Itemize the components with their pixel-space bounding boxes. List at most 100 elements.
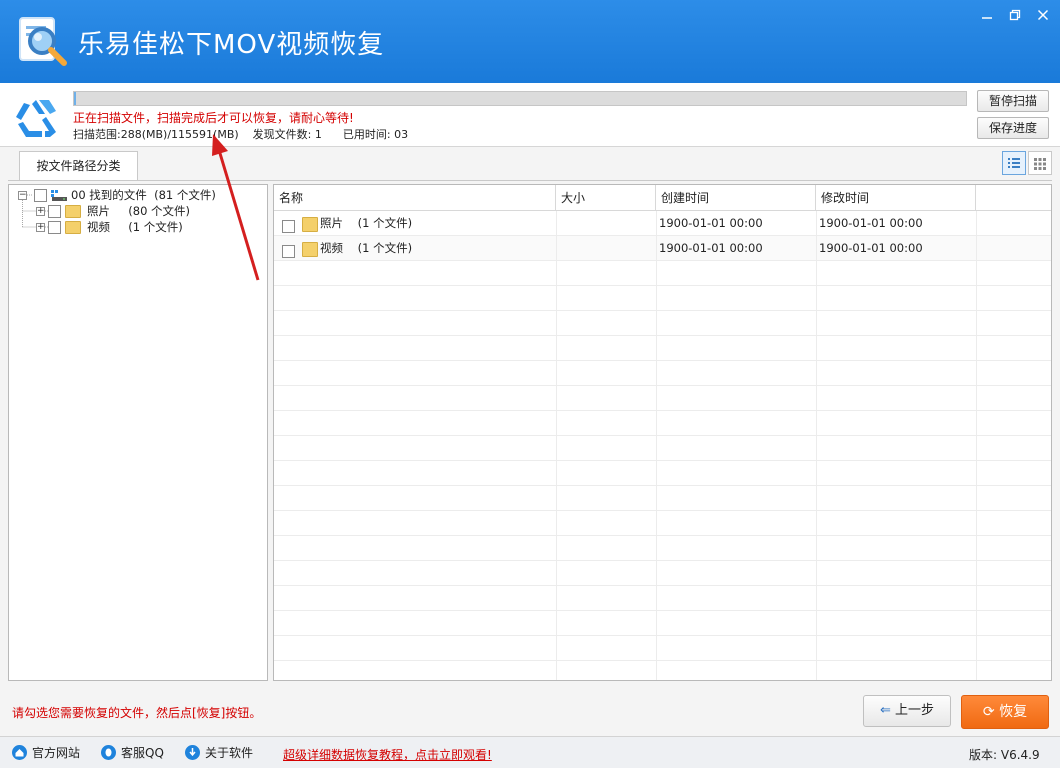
scan-status-message: 正在扫描文件，扫描完成后才可以恢复，请耐心等待! bbox=[73, 111, 354, 125]
tab-divider bbox=[8, 180, 1052, 181]
tree-item-label: 照片 bbox=[87, 204, 110, 218]
folder-icon bbox=[302, 242, 318, 257]
empty-row bbox=[274, 661, 1051, 680]
tab-by-file-path[interactable]: 按文件路径分类 bbox=[19, 151, 138, 181]
magnifier-document-icon bbox=[19, 17, 67, 66]
arrow-left-icon: ⇐ bbox=[879, 703, 891, 718]
list-header: 名称 大小 创建时间 修改时间 bbox=[274, 185, 1051, 211]
tree-item-count: (80 个文件) bbox=[128, 204, 191, 218]
empty-row bbox=[274, 586, 1051, 611]
version-label: 版本: V6.4.9 bbox=[969, 748, 1040, 762]
empty-row bbox=[274, 411, 1051, 436]
refresh-icon: ⟳ bbox=[982, 704, 995, 720]
column-divider bbox=[976, 211, 977, 680]
found-files-label: 发现文件数: bbox=[252, 128, 312, 141]
empty-row bbox=[274, 386, 1051, 411]
restore-icon[interactable] bbox=[1004, 8, 1026, 26]
empty-row bbox=[274, 486, 1051, 511]
column-header-modified[interactable]: 修改时间 bbox=[816, 185, 976, 211]
column-header-size[interactable]: 大小 bbox=[556, 185, 656, 211]
folder-icon bbox=[302, 217, 318, 232]
close-icon[interactable] bbox=[1032, 8, 1054, 26]
footer-hint: 请勾选您需要恢复的文件，然后点[恢复]按钮。 bbox=[12, 706, 262, 720]
folder-icon bbox=[65, 220, 81, 234]
empty-row bbox=[274, 561, 1051, 586]
save-progress-button[interactable]: 保存进度 bbox=[977, 117, 1049, 139]
app-title: 乐易佳松下MOV视频恢复 bbox=[78, 30, 385, 60]
status-bar: 官方网站 客服QQ 关于软件 超级详细数据恢复教程，点击立即观看! 版本: V6… bbox=[0, 736, 1060, 768]
empty-row bbox=[274, 286, 1051, 311]
row-created: 1900-01-01 00:00 bbox=[659, 241, 763, 255]
empty-row bbox=[274, 311, 1051, 336]
scan-panel: 正在扫描文件，扫描完成后才可以恢复，请耐心等待! 扫描范围:288(MB)/11… bbox=[0, 83, 1060, 147]
row-created: 1900-01-01 00:00 bbox=[659, 216, 763, 230]
expand-icon[interactable]: + bbox=[36, 222, 45, 232]
tree-checkbox-root[interactable] bbox=[34, 188, 47, 202]
tree-root-count: (81 个文件) bbox=[154, 188, 216, 202]
column-header-created[interactable]: 创建时间 bbox=[656, 185, 816, 211]
empty-row bbox=[274, 261, 1051, 286]
column-header-name[interactable]: 名称 bbox=[274, 185, 556, 211]
tree-node-videos[interactable]: + 视频 (1 个文件) bbox=[36, 219, 183, 235]
scan-range-value: 288(MB)/115591(MB) bbox=[120, 128, 239, 141]
row-modified: 1900-01-01 00:00 bbox=[819, 241, 923, 255]
row-checkbox[interactable] bbox=[282, 220, 295, 233]
scan-range-label: 扫描范围: bbox=[73, 128, 121, 141]
elapsed-time-label: 已用时间: bbox=[342, 128, 391, 141]
official-website-link[interactable]: 官方网站 bbox=[12, 744, 80, 761]
about-software-label: 关于软件 bbox=[205, 746, 254, 760]
minimize-icon[interactable] bbox=[976, 8, 998, 26]
folder-icon bbox=[65, 204, 81, 218]
row-modified: 1900-01-01 00:00 bbox=[819, 216, 923, 230]
elapsed-time-value: 03 bbox=[394, 128, 409, 141]
download-icon bbox=[185, 745, 200, 760]
row-name: 视频 bbox=[320, 241, 343, 255]
column-divider bbox=[656, 211, 657, 680]
scan-stats: 扫描范围:288(MB)/115591(MB) 发现文件数: 1 已用时间: 0… bbox=[73, 126, 408, 142]
found-files-value: 1 bbox=[314, 128, 322, 141]
folder-tree: − 00 找到的文件 (81 个文件) + 照片 (80 个文件) + 视频 (… bbox=[8, 184, 268, 681]
customer-qq-label: 客服QQ bbox=[121, 746, 164, 760]
empty-row bbox=[274, 611, 1051, 636]
column-divider bbox=[556, 211, 557, 680]
tree-item-label: 视频 bbox=[87, 220, 110, 234]
row-info: (1 个文件) bbox=[357, 241, 413, 255]
expand-icon[interactable]: + bbox=[36, 206, 45, 216]
recycle-icon bbox=[16, 100, 56, 137]
table-row[interactable]: 照片 (1 个文件) 1900-01-01 00:00 1900-01-01 00:… bbox=[274, 211, 1051, 236]
customer-qq-link[interactable]: 客服QQ bbox=[101, 744, 164, 761]
empty-row bbox=[274, 636, 1051, 661]
scan-progress-fill bbox=[74, 92, 76, 105]
previous-step-label: 上一步 bbox=[895, 703, 935, 718]
tree-node-photos[interactable]: + 照片 (80 个文件) bbox=[36, 203, 190, 219]
empty-row bbox=[274, 461, 1051, 486]
pause-scan-button[interactable]: 暂停扫描 bbox=[977, 90, 1049, 112]
grid-view-button[interactable] bbox=[1028, 151, 1052, 175]
qq-icon bbox=[101, 745, 116, 760]
tree-checkbox-photos[interactable] bbox=[48, 204, 61, 218]
file-list: 名称 大小 创建时间 修改时间 照片 (1 个文件) 1900-01-01 00:… bbox=[273, 184, 1052, 681]
row-checkbox[interactable] bbox=[282, 245, 295, 258]
tree-item-count: (1 个文件) bbox=[128, 220, 183, 234]
empty-row bbox=[274, 361, 1051, 386]
list-view-button[interactable] bbox=[1002, 151, 1026, 175]
drive-icon bbox=[51, 189, 67, 201]
title-bar: 乐易佳松下MOV视频恢复 bbox=[0, 0, 1060, 83]
list-view-icon bbox=[1008, 158, 1020, 168]
previous-step-button[interactable]: ⇐ 上一步 bbox=[863, 695, 951, 727]
home-icon bbox=[12, 745, 27, 760]
empty-row bbox=[274, 511, 1051, 536]
tree-checkbox-videos[interactable] bbox=[48, 220, 61, 234]
empty-row bbox=[274, 436, 1051, 461]
column-divider bbox=[816, 211, 817, 680]
recover-button[interactable]: ⟳ 恢复 bbox=[961, 695, 1049, 729]
tutorial-link[interactable]: 超级详细数据恢复教程，点击立即观看! bbox=[283, 746, 492, 763]
collapse-icon[interactable]: − bbox=[18, 190, 27, 200]
row-info: (1 个文件) bbox=[357, 216, 413, 230]
recover-label: 恢复 bbox=[999, 704, 1028, 720]
row-name: 照片 bbox=[320, 216, 343, 230]
about-software-link[interactable]: 关于软件 bbox=[185, 744, 253, 761]
table-row[interactable]: 视频 (1 个文件) 1900-01-01 00:00 1900-01-01 00:… bbox=[274, 236, 1051, 261]
official-website-label: 官方网站 bbox=[32, 746, 81, 760]
tree-node-root[interactable]: − 00 找到的文件 (81 个文件) bbox=[18, 187, 216, 203]
